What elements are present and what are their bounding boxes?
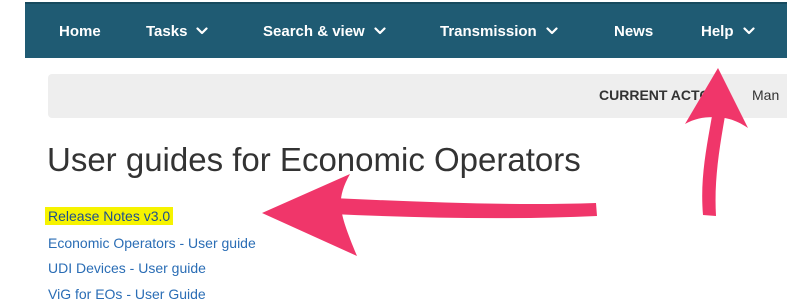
nav-news-label: News: [614, 22, 654, 40]
nav-home-label: Home: [59, 22, 101, 40]
vig-for-eos-guide-link[interactable]: ViG for EOs - User Guide: [48, 285, 206, 303]
current-actor-label: CURRENT ACTOR:: [599, 87, 725, 103]
nav-transmission[interactable]: Transmission: [440, 4, 558, 58]
udi-devices-guide-link[interactable]: UDI Devices - User guide: [48, 259, 206, 277]
nav-tasks[interactable]: Tasks: [146, 4, 209, 58]
top-navbar: Home Tasks Search & view Transmission Ne…: [25, 2, 787, 58]
chevron-down-icon: [374, 27, 386, 35]
current-actor-value: Man: [752, 87, 780, 103]
nav-home[interactable]: Home: [59, 4, 101, 58]
release-notes-link[interactable]: Release Notes v3.0: [45, 207, 174, 225]
nav-transmission-label: Transmission: [440, 22, 537, 40]
nav-tasks-label: Tasks: [146, 22, 188, 40]
annotation-arrow-left: [262, 174, 597, 256]
chevron-down-icon: [196, 27, 209, 35]
current-actor-bar: CURRENT ACTOR: Man: [48, 74, 787, 118]
nav-search-view[interactable]: Search & view: [263, 4, 386, 58]
nav-help[interactable]: Help: [701, 4, 755, 58]
chevron-down-icon: [742, 27, 755, 35]
page-title: User guides for Economic Operators: [47, 141, 581, 178]
economic-operators-guide-link[interactable]: Economic Operators - User guide: [48, 234, 256, 252]
nav-search-view-label: Search & view: [263, 22, 365, 40]
nav-help-label: Help: [701, 22, 734, 40]
chevron-down-icon: [546, 27, 558, 35]
nav-news[interactable]: News: [614, 4, 653, 58]
